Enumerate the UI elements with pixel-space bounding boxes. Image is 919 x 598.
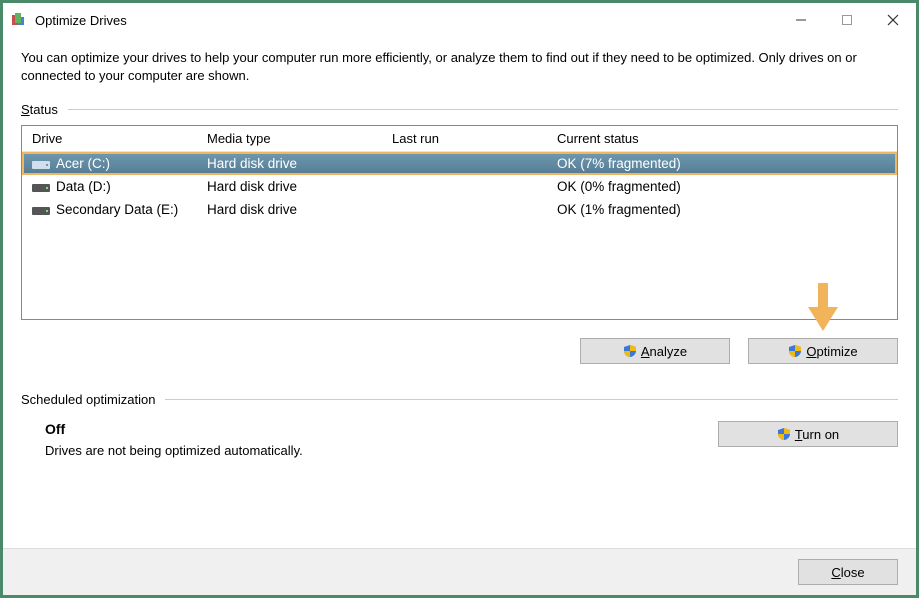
title-bar: Optimize Drives	[3, 3, 916, 37]
shield-icon	[788, 344, 802, 358]
cell-status: OK (1% fragmented)	[547, 202, 897, 217]
cell-media: Hard disk drive	[199, 156, 384, 171]
scheduled-state: Off	[45, 421, 718, 437]
col-header-drive[interactable]: Drive	[22, 131, 197, 146]
cell-status: OK (7% fragmented)	[549, 156, 895, 171]
drive-name: Secondary Data (E:)	[56, 202, 178, 217]
footer-bar: Close	[3, 548, 916, 595]
description-text: You can optimize your drives to help you…	[21, 49, 898, 84]
cell-media: Hard disk drive	[197, 202, 382, 217]
cell-status: OK (0% fragmented)	[547, 179, 897, 194]
app-icon	[11, 12, 27, 28]
maximize-button[interactable]	[824, 3, 870, 37]
content-area: You can optimize your drives to help you…	[3, 37, 916, 548]
cell-drive: Acer (C:)	[24, 156, 199, 171]
drive-icon	[32, 204, 50, 216]
shield-icon	[623, 344, 637, 358]
drive-action-row: Analyze Optimize	[21, 338, 898, 364]
arrow-callout-icon	[808, 283, 838, 334]
turn-on-button[interactable]: Turn on	[718, 421, 898, 447]
scheduled-section-label: Scheduled optimization	[21, 392, 898, 407]
cell-drive: Data (D:)	[22, 179, 197, 194]
table-body: Acer (C:) Hard disk drive OK (7% fragmente…	[22, 152, 897, 221]
col-header-last[interactable]: Last run	[382, 131, 547, 146]
drive-name: Acer (C:)	[56, 156, 110, 171]
scheduled-body: Off Drives are not being optimized autom…	[21, 415, 898, 458]
drive-icon	[32, 181, 50, 193]
close-button[interactable]: Close	[798, 559, 898, 585]
window-title: Optimize Drives	[35, 13, 778, 28]
table-header: Drive Media type Last run Current status	[22, 126, 897, 152]
analyze-button[interactable]: Analyze	[580, 338, 730, 364]
scheduled-left: Off Drives are not being optimized autom…	[45, 421, 718, 458]
cell-media: Hard disk drive	[197, 179, 382, 194]
minimize-button[interactable]	[778, 3, 824, 37]
shield-icon	[777, 427, 791, 441]
optimize-button[interactable]: Optimize	[748, 338, 898, 364]
optimize-drives-window: Optimize Drives You can optimize your dr…	[0, 0, 919, 598]
drive-name: Data (D:)	[56, 179, 111, 194]
drive-icon	[32, 158, 50, 170]
window-controls	[778, 3, 916, 37]
divider-line	[165, 399, 898, 400]
divider-line	[68, 109, 898, 110]
table-row[interactable]: Acer (C:) Hard disk drive OK (7% fragmente…	[22, 152, 897, 175]
scheduled-sub: Drives are not being optimized automatic…	[45, 443, 718, 458]
status-section-label: Status	[21, 102, 898, 117]
drive-table: Drive Media type Last run Current status…	[21, 125, 898, 320]
table-row[interactable]: Data (D:) Hard disk drive OK (0% fragmente…	[22, 175, 897, 198]
col-header-media[interactable]: Media type	[197, 131, 382, 146]
cell-drive: Secondary Data (E:)	[22, 202, 197, 217]
table-row[interactable]: Secondary Data (E:) Hard disk drive OK (1%…	[22, 198, 897, 221]
scheduled-section: Scheduled optimization Off Drives are no…	[21, 392, 898, 458]
close-window-button[interactable]	[870, 3, 916, 37]
col-header-status[interactable]: Current status	[547, 131, 897, 146]
